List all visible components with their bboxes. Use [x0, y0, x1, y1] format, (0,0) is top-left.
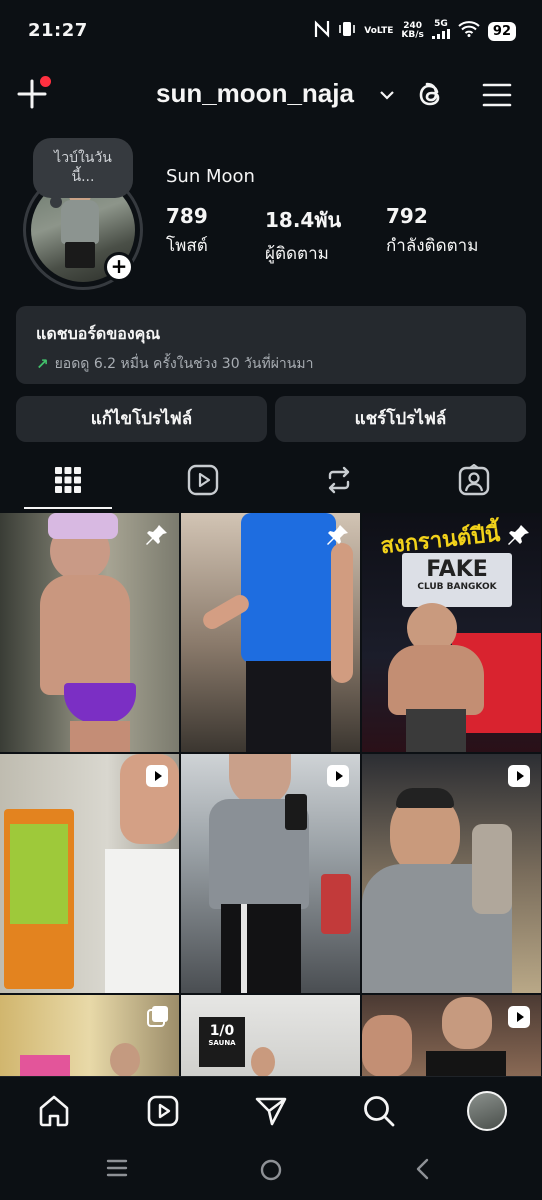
nav-search[interactable]	[359, 1091, 399, 1131]
full-name: Sun Moon	[166, 166, 255, 187]
status-icons: VoLTE 240 KB/s 5G 92	[314, 20, 516, 42]
followers-label: ผู้ติดตาม	[265, 244, 329, 264]
sign-text: FAKE	[426, 557, 488, 582]
profile-note[interactable]: ไวบ์ในวัน นี้...	[33, 138, 133, 198]
posts-label: โพสต์	[166, 236, 208, 256]
username-switcher[interactable]: sun_moon_naja	[156, 78, 354, 109]
posts-count: 789	[166, 204, 208, 228]
note-bubble-tail	[50, 196, 62, 208]
followers-stat[interactable]: 18.4พัน ผู้ติดตาม	[265, 204, 341, 267]
reel-badge-icon	[326, 764, 350, 792]
bottom-navigation	[0, 1076, 542, 1140]
following-stat[interactable]: 792 กำลังติดตาม	[386, 204, 478, 259]
reel-badge-icon	[507, 764, 531, 792]
wifi-icon	[458, 21, 480, 41]
post-tile[interactable]	[0, 513, 179, 752]
status-time: 21:27	[28, 20, 88, 41]
post-tile[interactable]: สงกรานต์ปีนี้ FAKE CLUB BANGKOK	[362, 513, 541, 752]
reels-icon	[147, 1095, 179, 1127]
pin-icon	[326, 523, 350, 551]
reposts-icon	[328, 466, 350, 494]
nav-profile[interactable]	[467, 1091, 507, 1131]
chevron-down-icon[interactable]	[378, 86, 396, 105]
active-tab-indicator	[24, 507, 112, 509]
signal-5g: 5G	[431, 19, 450, 42]
recents-icon[interactable]	[106, 1158, 128, 1182]
system-navigation	[0, 1140, 542, 1200]
post-tile[interactable]	[0, 995, 179, 1077]
note-line2: นี้...	[71, 169, 95, 185]
caption-overlay: สงกรานต์ปีนี้	[379, 521, 502, 560]
dashboard-subtitle: ยอดดู 6.2 หมื่น ครั้งในช่วง 30 วันที่ผ่า…	[54, 356, 314, 372]
reel-badge-icon	[145, 764, 169, 792]
tab-posts[interactable]	[46, 458, 90, 502]
reels-icon	[187, 464, 219, 496]
posts-stat[interactable]: 789 โพสต์	[166, 204, 208, 259]
profile-tabs	[0, 452, 542, 510]
threads-button[interactable]	[414, 78, 450, 114]
home-icon	[39, 1095, 69, 1127]
tab-tagged[interactable]	[452, 458, 496, 502]
note-line1: ไวบ์ในวัน	[54, 150, 112, 166]
hamburger-menu-button[interactable]	[482, 80, 514, 112]
tab-reposts[interactable]	[317, 458, 361, 502]
post-tile[interactable]	[0, 754, 179, 993]
signal-5g-label: 5G	[434, 19, 448, 29]
multi-post-icon	[147, 1005, 169, 1031]
reel-badge-icon	[507, 1005, 531, 1033]
sauna-sub: SAUNA	[208, 1039, 236, 1047]
post-tile[interactable]	[181, 754, 360, 993]
send-icon	[255, 1097, 287, 1126]
dashboard-subtitle-row: ↗ ยอดดู 6.2 หมื่น ครั้งในช่วง 30 วันที่ผ…	[36, 353, 506, 375]
status-bar: 21:27 VoLTE 240 KB/s 5G 92	[0, 0, 542, 62]
nav-direct[interactable]	[251, 1091, 291, 1131]
following-count: 792	[386, 204, 428, 228]
net-speed: 240 KB/s	[401, 22, 423, 40]
pin-icon	[507, 523, 531, 551]
tab-reels[interactable]	[181, 458, 225, 502]
following-label: กำลังติดตาม	[386, 236, 479, 256]
post-tile[interactable]	[362, 995, 541, 1077]
post-tile[interactable]: 1/0 SAUNA	[181, 995, 360, 1077]
nav-home[interactable]	[34, 1091, 74, 1131]
threads-icon	[419, 82, 440, 106]
nfc-icon	[314, 20, 330, 42]
grid-icon	[55, 467, 81, 493]
sign-sub: CLUB BANGKOK	[417, 582, 497, 592]
add-story-button[interactable]: +	[104, 252, 134, 282]
search-icon	[364, 1096, 395, 1127]
battery-indicator: 92	[487, 21, 516, 41]
nav-reels[interactable]	[143, 1091, 183, 1131]
pin-icon	[145, 523, 169, 551]
profile-avatar-icon	[467, 1091, 507, 1131]
profile-header: sun_moon_naja	[0, 70, 542, 120]
share-profile-button[interactable]: แชร์โปรไฟล์	[275, 396, 526, 442]
tagged-icon	[458, 464, 490, 496]
hamburger-menu-icon	[482, 83, 512, 107]
post-tile[interactable]	[362, 754, 541, 993]
dashboard-title: แดชบอร์ดของคุณ	[36, 324, 161, 343]
followers-count: 18.4พัน	[265, 208, 342, 232]
back-icon[interactable]	[414, 1158, 432, 1184]
professional-dashboard[interactable]: แดชบอร์ดของคุณ ↗ ยอดดู 6.2 หมื่น ครั้งใน…	[16, 306, 526, 384]
notification-dot	[40, 76, 51, 87]
sauna-sign: 1/0	[209, 1023, 235, 1039]
post-tile[interactable]	[181, 513, 360, 752]
edit-profile-button[interactable]: แก้ไขโปรไฟล์	[16, 396, 267, 442]
trend-up-icon: ↗	[36, 355, 49, 373]
volte-label: VoLTE	[364, 25, 394, 36]
net-speed-unit: KB/s	[401, 30, 424, 40]
vibrate-icon	[338, 21, 356, 41]
home-circle-icon[interactable]	[259, 1158, 283, 1186]
